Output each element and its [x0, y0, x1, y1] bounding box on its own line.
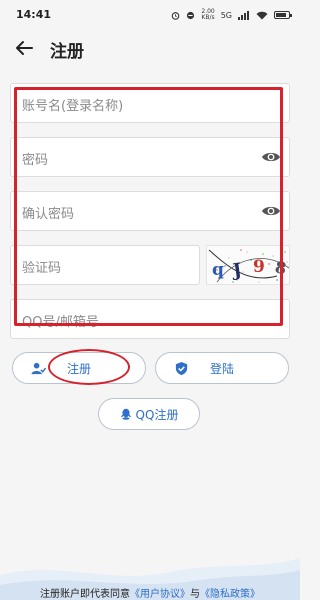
confirm-password-field[interactable]: 确认密码: [10, 191, 290, 231]
signal-label: 5G: [220, 10, 232, 20]
qq-register-label: QQ注册: [135, 407, 179, 422]
show-confirm-password-eye-icon[interactable]: [261, 203, 281, 219]
register-button-label: 注册: [66, 361, 91, 376]
confirm-password-placeholder: 确认密码: [22, 207, 75, 222]
footer-prefix: 注册账户即代表同意: [40, 589, 130, 600]
battery-icon: [274, 11, 292, 19]
add-user-icon: [31, 362, 46, 375]
back-arrow-icon[interactable]: [12, 36, 36, 60]
qq-penguin-icon: [120, 408, 131, 420]
top-app-bar: 注册: [0, 30, 300, 66]
captcha-char-1: q: [212, 260, 224, 280]
register-button[interactable]: 注册: [12, 352, 146, 384]
account-name-placeholder: 账号名(登录名称): [22, 99, 124, 114]
login-button-label: 登陆: [209, 361, 234, 376]
user-agreement-link[interactable]: 《用户协议》: [130, 589, 190, 600]
footer-connector: 与: [190, 589, 200, 600]
captcha-placeholder: 验证码: [22, 261, 62, 276]
qq-email-field[interactable]: QQ号/邮箱号: [10, 299, 290, 339]
account-name-field[interactable]: 账号名(登录名称): [10, 83, 290, 123]
signal-icon: [238, 10, 249, 20]
captcha-char-3: 9: [253, 257, 265, 277]
login-button[interactable]: 登陆: [155, 352, 289, 384]
captcha-image[interactable]: q J 9 8: [206, 245, 290, 285]
show-password-eye-icon[interactable]: [261, 149, 281, 165]
qq-email-placeholder: QQ号/邮箱号: [22, 315, 99, 330]
captcha-noise: q J 9 8: [208, 249, 289, 283]
wifi-icon: [256, 11, 268, 19]
captcha-field[interactable]: 验证码: [10, 245, 200, 285]
password-placeholder: 密码: [22, 153, 49, 168]
shield-check-icon: [175, 361, 188, 376]
status-bar: 14:41 2.00 KB/s 5G: [0, 0, 300, 30]
page-title: 注册: [50, 42, 84, 62]
net-speed: 2.00 KB/s: [201, 8, 215, 21]
footer-agreement: 注册账户即代表同意《用户协议》与《隐私政策》: [0, 585, 300, 600]
captcha-char-4: 8: [273, 257, 287, 278]
dnd-icon: [187, 11, 195, 19]
qq-register-button[interactable]: QQ注册: [98, 398, 200, 430]
privacy-policy-link[interactable]: 《隐私政策》: [200, 589, 260, 600]
status-time: 14:41: [16, 8, 52, 21]
status-icons: 2.00 KB/s 5G: [171, 8, 292, 21]
alarm-icon: [172, 11, 180, 20]
password-field[interactable]: 密码: [10, 137, 290, 177]
